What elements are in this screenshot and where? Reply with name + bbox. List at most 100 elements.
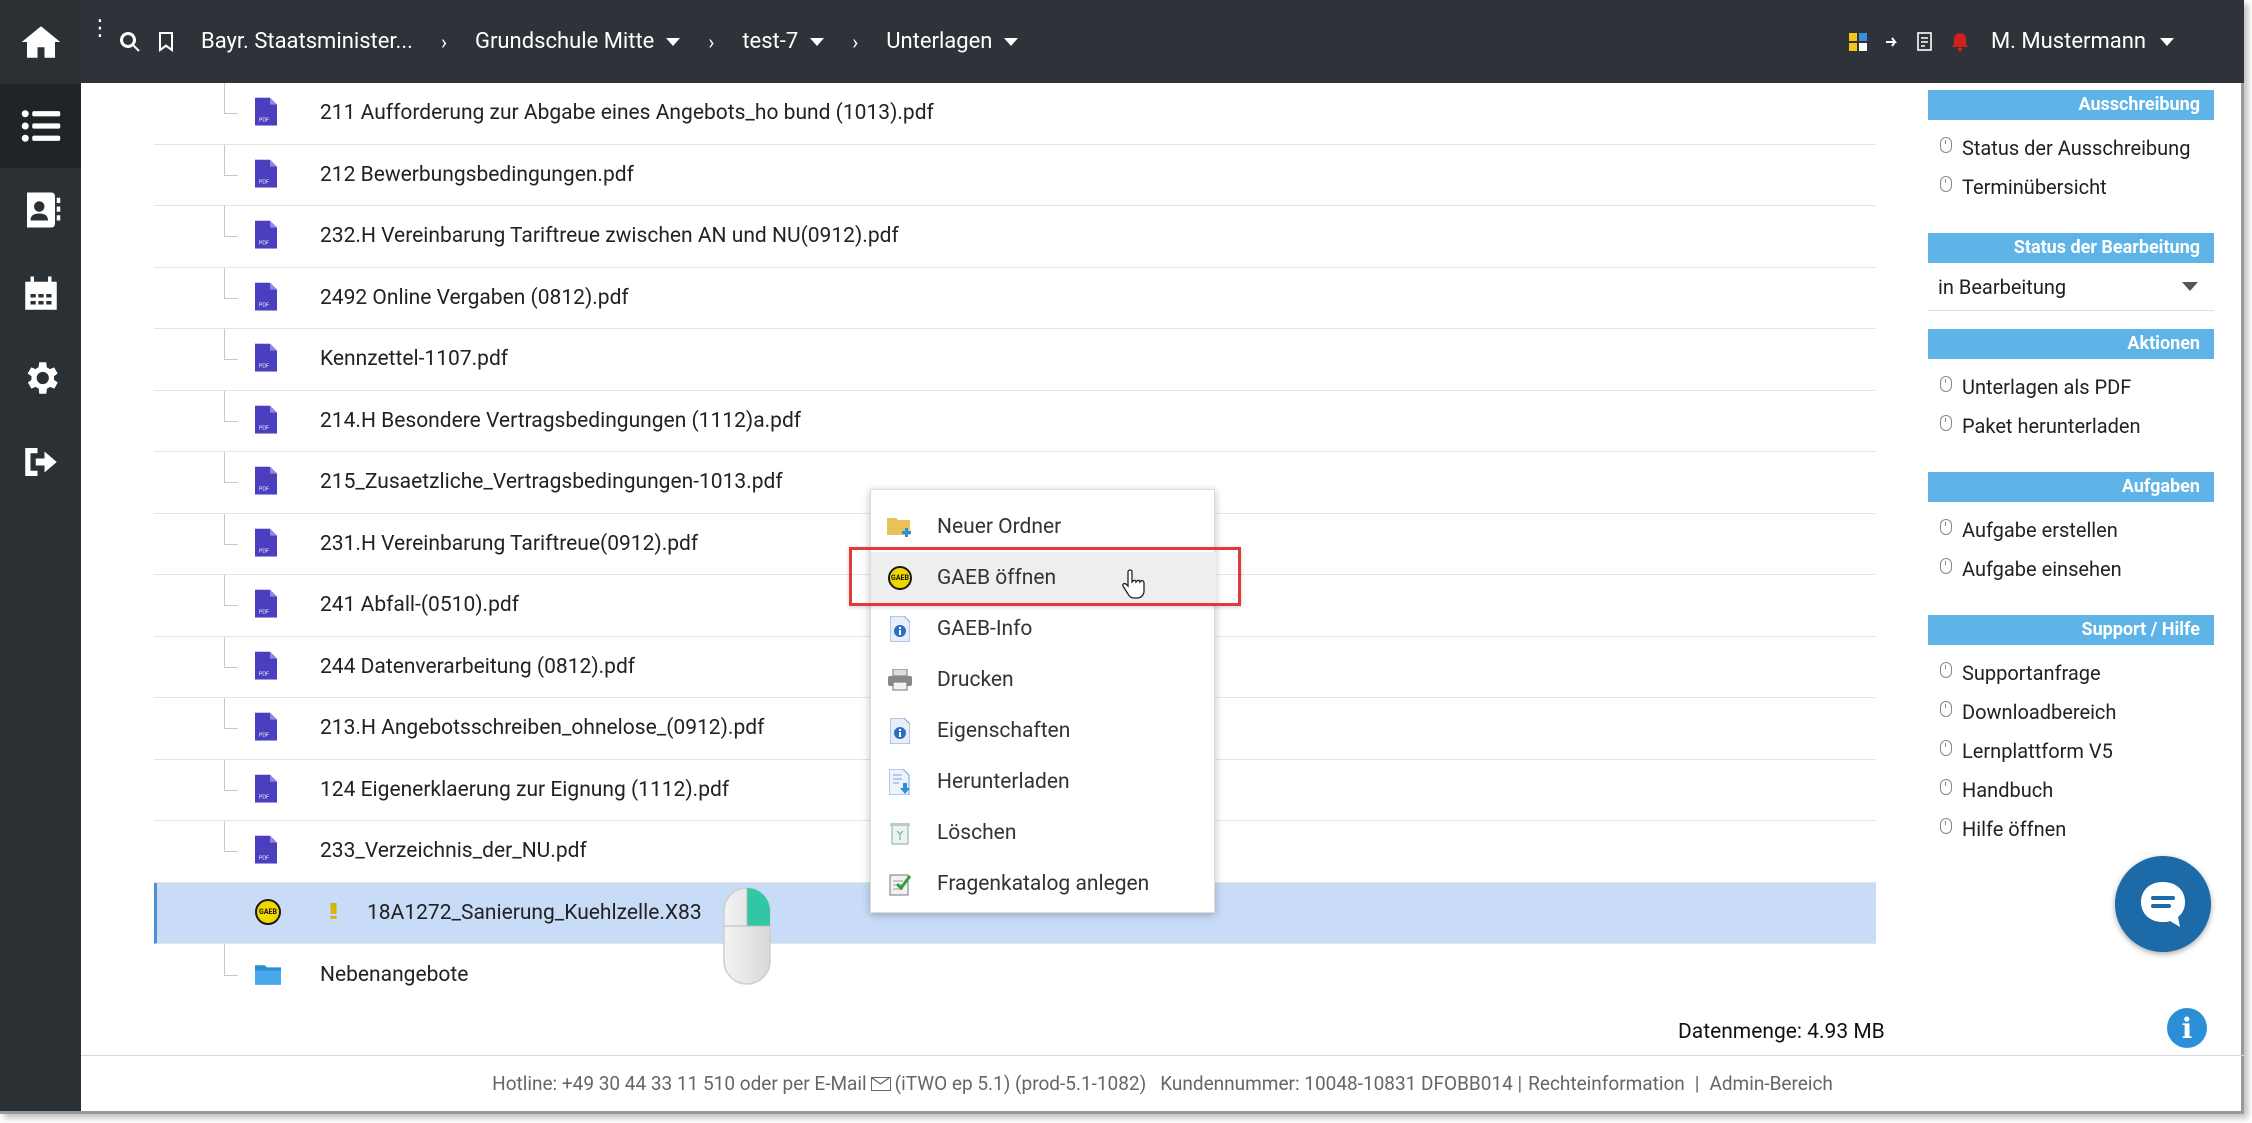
mail-icon[interactable]	[870, 1077, 891, 1091]
list-icon	[21, 110, 60, 142]
link-paket-herunterladen[interactable]: Paket herunterladen	[1928, 406, 2214, 445]
app-window: ⋮ Bayr. Staatsminister... › Grundschule …	[0, 0, 2244, 1114]
arrow-icon[interactable]	[1881, 31, 1903, 53]
file-row[interactable]: PDF 232.H Vereinbarung Tariftreue zwische…	[154, 206, 1876, 268]
breadcrumb-1[interactable]: Grundschule Mitte	[475, 29, 681, 54]
footer: Hotline: +49 30 44 33 11 510 oder per E-…	[81, 1055, 2244, 1111]
file-name: 232.H Vereinbarung Tariftreue zwischen A…	[320, 224, 899, 249]
section-aktionen: Aktionen	[1928, 329, 2214, 359]
file-row[interactable]: PDF 212 Bewerbungsbedingungen.pdf	[154, 144, 1876, 206]
menu-gaeb-info[interactable]: GAEB-Info	[871, 603, 1216, 654]
info-icon[interactable]: i	[2167, 1008, 2207, 1048]
pdf-file-icon: PDF	[255, 97, 277, 126]
nav-home[interactable]	[0, 0, 81, 84]
breadcrumb-0[interactable]: Bayr. Staatsminister...	[201, 29, 413, 54]
status-select[interactable]: in Bearbeitung	[1928, 263, 2214, 311]
download-icon	[887, 768, 913, 795]
file-name: Kennzettel-1107.pdf	[320, 347, 509, 372]
file-row[interactable]: PDF 214.H Besondere Vertragsbedingungen (…	[154, 390, 1876, 452]
trash-icon	[887, 820, 913, 846]
menu-eigenschaften[interactable]: Eigenschaften	[871, 705, 1216, 756]
chevron-down-icon	[1004, 37, 1019, 46]
link-supportanfrage[interactable]: Supportanfrage	[1928, 653, 2214, 692]
contacts-icon	[26, 192, 60, 228]
file-row[interactable]: PDF Kennzettel-1107.pdf	[154, 329, 1876, 391]
chevron-down-icon	[810, 37, 825, 46]
file-row[interactable]: PDF 2492 Online Vergaben (0812).pdf	[154, 267, 1876, 329]
link-lernplattform[interactable]: Lernplattform V5	[1928, 731, 2214, 770]
warning-badge: !!	[329, 900, 338, 926]
menu-fragenkatalog[interactable]: Fragenkatalog anlegen	[871, 858, 1216, 909]
info-doc-icon	[887, 615, 913, 642]
breadcrumb-3[interactable]: Unterlagen	[886, 29, 1019, 54]
link-rechteinformation[interactable]: Rechteinformation	[1528, 1072, 1685, 1095]
file-name: 233_Verzeichnis_der_NU.pdf	[320, 839, 587, 864]
nav-logout[interactable]	[0, 420, 81, 504]
link-terminuebersicht[interactable]: Terminübersicht	[1928, 167, 2214, 206]
file-name: 211 Aufforderung zur Abgabe eines Angebo…	[320, 101, 934, 126]
mouse-icon	[1940, 661, 1952, 678]
link-handbuch[interactable]: Handbuch	[1928, 770, 2214, 809]
svg-text:PDF: PDF	[259, 425, 269, 431]
bookmark-icon[interactable]	[151, 27, 181, 57]
file-name: 215_Zusaetzliche_Vertragsbedingungen-101…	[320, 470, 783, 495]
nav-contacts[interactable]	[0, 168, 81, 252]
chat-button[interactable]	[2115, 856, 2211, 952]
folder-icon	[255, 964, 281, 985]
svg-text:PDF: PDF	[259, 241, 269, 247]
document-edit-icon[interactable]	[1915, 31, 1937, 53]
mouse-icon	[1940, 817, 1952, 834]
pdf-file-icon: PDF	[255, 405, 277, 434]
file-name: 244 Datenverarbeitung (0812).pdf	[320, 654, 636, 679]
link-admin-bereich[interactable]: Admin-Bereich	[1709, 1072, 1832, 1095]
pdf-file-icon: PDF	[255, 220, 277, 249]
kebab-menu-icon[interactable]: ⋮	[89, 17, 111, 39]
link-aufgabe-erstellen[interactable]: Aufgabe erstellen	[1928, 510, 2214, 549]
svg-text:PDF: PDF	[259, 671, 269, 677]
link-hilfe-oeffnen[interactable]: Hilfe öffnen	[1928, 809, 2214, 848]
file-name: 2492 Online Vergaben (0812).pdf	[320, 285, 629, 310]
gaeb-file-icon: GAEB	[255, 898, 281, 925]
nav-calendar[interactable]	[0, 252, 81, 336]
properties-icon	[887, 717, 913, 744]
svg-text:PDF: PDF	[259, 118, 269, 124]
file-row[interactable]: PDF 211 Aufforderung zur Abgabe eines Ang…	[154, 83, 1876, 145]
link-unterlagen-pdf[interactable]: Unterlagen als PDF	[1928, 367, 2214, 406]
menu-loeschen[interactable]: Löschen	[871, 807, 1216, 858]
svg-text:PDF: PDF	[259, 733, 269, 739]
folder-name: Nebenangebote	[320, 962, 469, 987]
chevron-down-icon	[2182, 282, 2198, 291]
file-name: 213.H Angebotsschreiben_ohnelose_(0912).…	[320, 716, 765, 741]
new-folder-icon	[887, 514, 913, 540]
nav-list[interactable]	[0, 84, 81, 168]
calendar-icon	[24, 276, 57, 310]
pdf-file-icon: PDF	[255, 589, 277, 618]
link-downloadbereich[interactable]: Downloadbereich	[1928, 692, 2214, 731]
file-name: 124 Eigenerklaerung zur Eignung (1112).p…	[320, 777, 730, 802]
nav-settings[interactable]	[0, 336, 81, 420]
mouse-icon	[1940, 700, 1952, 717]
folder-row[interactable]: Nebenangebote	[154, 944, 1876, 1006]
left-sidebar	[0, 0, 81, 1111]
link-aufgabe-einsehen[interactable]: Aufgabe einsehen	[1928, 549, 2214, 588]
menu-neuer-ordner[interactable]: Neuer Ordner	[871, 501, 1216, 552]
menu-drucken[interactable]: Drucken	[871, 654, 1216, 705]
mouse-icon	[1940, 175, 1952, 192]
user-menu[interactable]: M. Mustermann	[1991, 29, 2174, 54]
mouse-icon	[1940, 778, 1952, 795]
right-panel: Ausschreibung Status der Ausschreibung T…	[1928, 83, 2214, 848]
home-icon	[21, 26, 60, 58]
breadcrumb-separator-icon: ›	[440, 29, 447, 54]
data-size: Datenmenge: 4.93 MB	[1678, 1020, 1885, 1044]
svg-text:PDF: PDF	[259, 610, 269, 616]
apps-icon[interactable]	[1847, 31, 1869, 53]
pdf-file-icon: PDF	[255, 282, 277, 311]
menu-herunterladen[interactable]: Herunterladen	[871, 756, 1216, 807]
link-status-ausschreibung[interactable]: Status der Ausschreibung	[1928, 128, 2214, 167]
svg-text:PDF: PDF	[259, 179, 269, 185]
chevron-down-icon	[666, 37, 681, 46]
breadcrumb-2[interactable]: test-7	[742, 29, 825, 54]
search-icon[interactable]	[115, 27, 145, 57]
breadcrumb-separator-icon: ›	[708, 29, 715, 54]
notification-bell-icon[interactable]	[1949, 31, 1971, 53]
